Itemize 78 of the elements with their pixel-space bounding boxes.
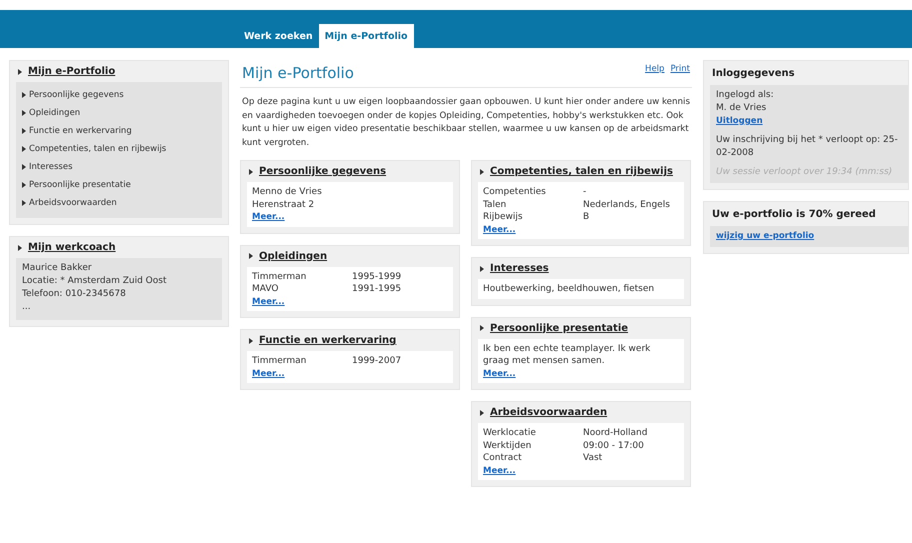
- row-label: Contract: [483, 452, 523, 464]
- row-label: Rijbewijs: [483, 211, 524, 224]
- row-label: Talen: [483, 198, 508, 211]
- menu-item[interactable]: Persoonlijke presentatie: [29, 176, 131, 194]
- page-title: Mijn e-Portfolio: [242, 64, 354, 82]
- menu-item[interactable]: Arbeidsvoorwaarden: [29, 194, 117, 212]
- panel-text: Ik ben een echte teamplayer. Ik werk graag met mensen samen.: [483, 342, 652, 368]
- section-title[interactable]: Arbeidsvoorwaarden: [490, 407, 608, 418]
- panel-title: Uw e-portfolio is 70% gereed: [712, 209, 877, 220]
- triangle-icon: [22, 146, 26, 152]
- more-link[interactable]: Meer...: [483, 466, 516, 476]
- triangle-icon: [249, 253, 253, 259]
- coach-text: Locatie: * Amsterdam Zuid Oost: [22, 275, 168, 288]
- row-label: MAVO: [252, 283, 280, 296]
- triangle-icon: [22, 110, 26, 116]
- expiry-text: Uw inschrijving bij het * verloopt op: 25-02-2008: [716, 134, 899, 160]
- menu-item[interactable]: Opleidingen: [29, 104, 80, 122]
- intro-text: Op deze pagina kunt u uw eigen loopbaandossier gaan opbouwen. U kunt hier onder andere uw kennis en vaardigheden toevoegen onder de kopjes Opleiding, Competenties, hobby's werkstukken etc. Ook kunt u hier uw eigen video presentatie beschikbaar stellen, waarmee u uw kansen op de arbeidsmarkt kunt vergroten.: [242, 96, 690, 150]
- panel-text: Menno de Vries: [252, 186, 323, 198]
- section-title[interactable]: Persoonlijke gegevens: [259, 166, 386, 177]
- more-link[interactable]: Meer...: [252, 368, 285, 378]
- section-title[interactable]: Functie en werkervaring: [259, 335, 396, 346]
- header-link[interactable]: Help: [645, 64, 664, 74]
- more-link[interactable]: Meer...: [252, 296, 285, 306]
- triangle-icon: [480, 325, 484, 331]
- menu-item[interactable]: Functie en werkervaring: [29, 122, 132, 140]
- more-link[interactable]: Meer...: [483, 224, 516, 234]
- row-value: Noord-Holland: [583, 427, 648, 440]
- header-link[interactable]: Print: [670, 64, 690, 74]
- triangle-icon: [22, 182, 26, 188]
- user-name: M. de Vries: [716, 102, 768, 115]
- triangle-icon: [480, 168, 484, 174]
- section-title[interactable]: Competenties, talen en rijbewijs: [490, 166, 673, 177]
- login-label: Ingelogd als:: [716, 89, 775, 102]
- coach-text: Maurice Bakker: [22, 262, 93, 275]
- logout-link[interactable]: Uitloggen: [716, 116, 763, 126]
- triangle-icon: [22, 200, 26, 206]
- triangle-icon: [22, 164, 26, 170]
- panel-title[interactable]: Mijn werkcoach: [28, 242, 116, 253]
- panel-text: Herenstraat 2: [252, 198, 316, 211]
- triangle-icon: [18, 68, 22, 74]
- row-label: Timmerman: [252, 355, 308, 368]
- row-value: 1991-1995: [352, 283, 402, 296]
- section-title[interactable]: Interesses: [490, 263, 549, 274]
- nav-tab[interactable]: Werk zoeken: [238, 24, 319, 48]
- triangle-icon: [249, 168, 253, 174]
- section-title[interactable]: Persoonlijke presentatie: [490, 322, 628, 334]
- menu-item[interactable]: Interesses: [29, 158, 73, 176]
- menu-item[interactable]: Persoonlijke gegevens: [29, 86, 124, 104]
- row-value: Nederlands, Engels: [583, 198, 671, 211]
- row-value: B: [583, 211, 590, 224]
- row-label: Competenties: [483, 186, 547, 198]
- panel-text: Houtbewerking, beeldhouwen, fietsen: [483, 283, 656, 296]
- triangle-icon: [22, 128, 26, 134]
- row-value: -: [583, 186, 588, 198]
- coach-text: Telefoon: 010-2345678: [22, 288, 127, 301]
- more-link[interactable]: Meer...: [252, 212, 285, 222]
- more-link[interactable]: Meer...: [483, 368, 516, 378]
- panel-title: Inloggegevens: [712, 68, 796, 79]
- triangle-icon: [480, 266, 484, 272]
- panel-title[interactable]: Mijn e-Portfolio: [28, 66, 116, 77]
- triangle-icon: [249, 338, 253, 344]
- session-text: Uw sessie verloopt over 19:34 (mm:ss): [716, 166, 894, 179]
- section-title[interactable]: Opleidingen: [259, 250, 328, 262]
- edit-portfolio-link[interactable]: wijzig uw e-portfolio: [716, 231, 814, 241]
- coach-text: ...: [22, 301, 32, 314]
- row-label: Timmerman: [252, 270, 308, 283]
- triangle-icon: [480, 410, 484, 416]
- row-label: Werklocatie: [483, 427, 537, 440]
- row-value: 09:00 - 17:00: [583, 440, 645, 452]
- triangle-icon: [18, 244, 22, 250]
- row-value: 1999-2007: [352, 355, 402, 368]
- menu-item[interactable]: Competenties, talen en rijbewijs: [29, 140, 166, 158]
- row-value: Vast: [583, 452, 604, 464]
- row-label: Werktijden: [483, 440, 532, 452]
- row-value: 1995-1999: [352, 270, 402, 283]
- nav-tab[interactable]: Mijn e-Portfolio: [318, 24, 414, 48]
- triangle-icon: [22, 92, 26, 98]
